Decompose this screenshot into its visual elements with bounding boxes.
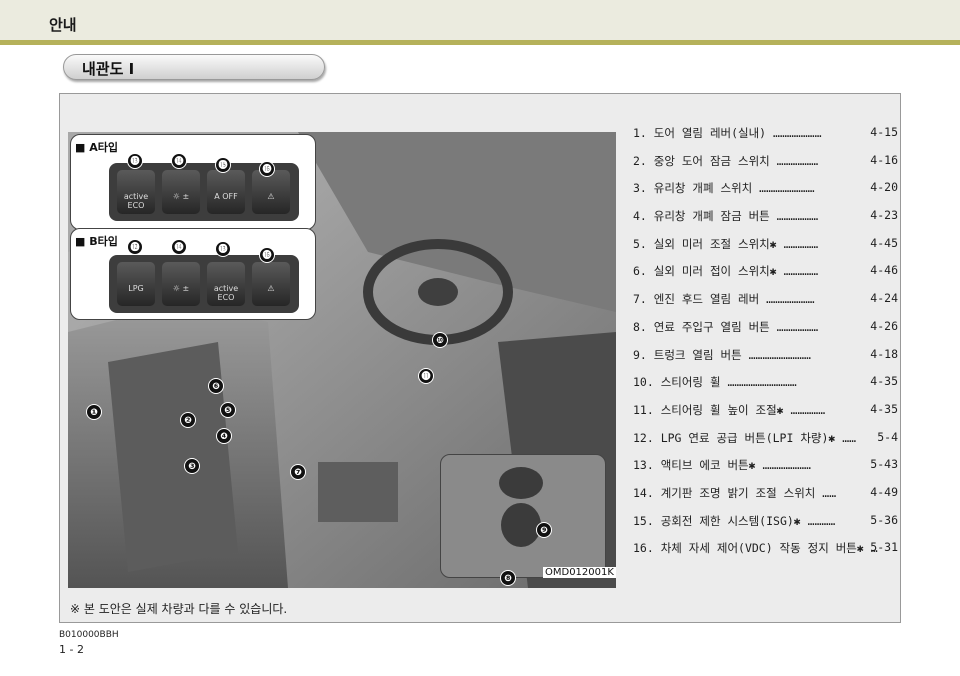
lpg-button[interactable]: LPG — [117, 262, 155, 306]
list-item: 4. 유리창 개폐 잠금 버튼 ……………… 4-23 — [633, 208, 898, 224]
dimmer-button-b[interactable]: ☼ ± — [162, 262, 200, 306]
photo-code: OMD012001K — [543, 567, 616, 578]
section-heading: 내관도 I — [63, 54, 325, 80]
list-item: 8. 연료 주입구 열림 버튼 ……………… 4-26 — [633, 318, 898, 334]
switch-panel-b: LPG ☼ ± active ECO ⚠ — [109, 255, 299, 313]
section-title: 내관도 I — [82, 60, 135, 78]
list-item: 10. 스티어링 휠 ………………………… 4-35 — [633, 374, 898, 390]
inset-a-label: ■ A타입 — [75, 141, 118, 154]
list-item: 15. 공회전 제한 시스템(ISG)✱ ………… 5-36 — [633, 512, 898, 528]
callout-14b: ⓮ — [171, 239, 187, 255]
header-band — [0, 0, 960, 42]
callout-2: ❷ — [180, 412, 196, 428]
inset-release-buttons — [440, 454, 606, 578]
callout-15a: ⓯ — [215, 157, 231, 173]
inset-b-label: ■ B타입 — [75, 235, 118, 248]
list-item: 14. 계기판 조명 밝기 조절 스위치 …… 4-49 — [633, 484, 898, 500]
list-item: 16. 차체 자세 제어(VDC) 작동 정지 버튼✱ … 5-31 — [633, 540, 898, 556]
callout-4: ❹ — [216, 428, 232, 444]
callout-9: ❾ — [536, 522, 552, 538]
active-eco-button-b[interactable]: active ECO — [207, 262, 245, 306]
page-number: 1 - 2 — [59, 643, 84, 656]
callout-14a: ⓮ — [171, 153, 187, 169]
vdc-off-button-b[interactable]: ⚠ — [252, 262, 290, 306]
list-item: 11. 스티어링 휠 높이 조절✱ …………… 4-35 — [633, 401, 898, 417]
callout-7: ❼ — [290, 464, 306, 480]
list-item: 7. 엔진 후드 열림 레버 ………………… 4-24 — [633, 291, 898, 307]
document-code: B010000BBH — [59, 630, 119, 640]
callout-16b: ⓰ — [259, 247, 275, 263]
release-buttons-illustration — [499, 467, 543, 547]
list-item: 13. 액티브 에코 버튼✱ ………………… 5-43 — [633, 457, 898, 473]
list-item: 2. 중앙 도어 잠금 스위치 ……………… 4-16 — [633, 152, 898, 168]
callout-13b: ⓭ — [215, 241, 231, 257]
callout-10: ❿ — [432, 332, 448, 348]
dimmer-button[interactable]: ☼ ± — [162, 170, 200, 214]
list-item: 12. LPG 연료 공급 버튼(LPI 차량)✱ …… 5-4 — [633, 429, 898, 445]
list-item: 5. 실외 미러 조절 스위치✱ …………… 4-45 — [633, 235, 898, 251]
callout-1: ❶ — [86, 404, 102, 420]
figure-note: ※ 본 도안은 실제 차량과 다를 수 있습니다. — [70, 602, 288, 616]
callout-8: ❽ — [500, 570, 516, 586]
list-item: 9. 트렁크 열림 버튼 ……………………… 4-18 — [633, 346, 898, 362]
isg-off-button[interactable]: A OFF — [207, 170, 245, 214]
inset-b-type: ■ B타입 LPG ☼ ± active ECO ⚠ ⓬ ⓮ ⓭ ⓰ — [70, 228, 316, 320]
interior-photo: ■ A타입 active ECO ☼ ± A OFF ⚠ ⓭ ⓮ ⓯ ⓰ ■ B… — [68, 132, 616, 588]
callout-3: ❸ — [184, 458, 200, 474]
inset-a-type: ■ A타입 active ECO ☼ ± A OFF ⚠ ⓭ ⓮ ⓯ ⓰ — [70, 134, 316, 230]
list-item: 3. 유리창 개폐 스위치 …………………… 4-20 — [633, 180, 898, 196]
callout-13a: ⓭ — [127, 153, 143, 169]
list-item: 1. 도어 열림 레버(실내) ………………… 4-15 — [633, 125, 898, 140]
chapter-title: 안내 — [49, 16, 77, 34]
callout-16a: ⓰ — [259, 161, 275, 177]
header-rule — [0, 40, 960, 45]
active-eco-button[interactable]: active ECO — [117, 170, 155, 214]
callout-6: ❻ — [208, 378, 224, 394]
component-list: 1. 도어 열림 레버(실내) ………………… 4-15 2. 중앙 도어 잠금 … — [633, 121, 901, 564]
list-item: 6. 실외 미러 접이 스위치✱ …………… 4-46 — [633, 263, 898, 279]
vdc-off-button[interactable]: ⚠ — [252, 170, 290, 214]
callout-11: ⓫ — [418, 368, 434, 384]
callout-5: ❺ — [220, 402, 236, 418]
callout-12b: ⓬ — [127, 239, 143, 255]
